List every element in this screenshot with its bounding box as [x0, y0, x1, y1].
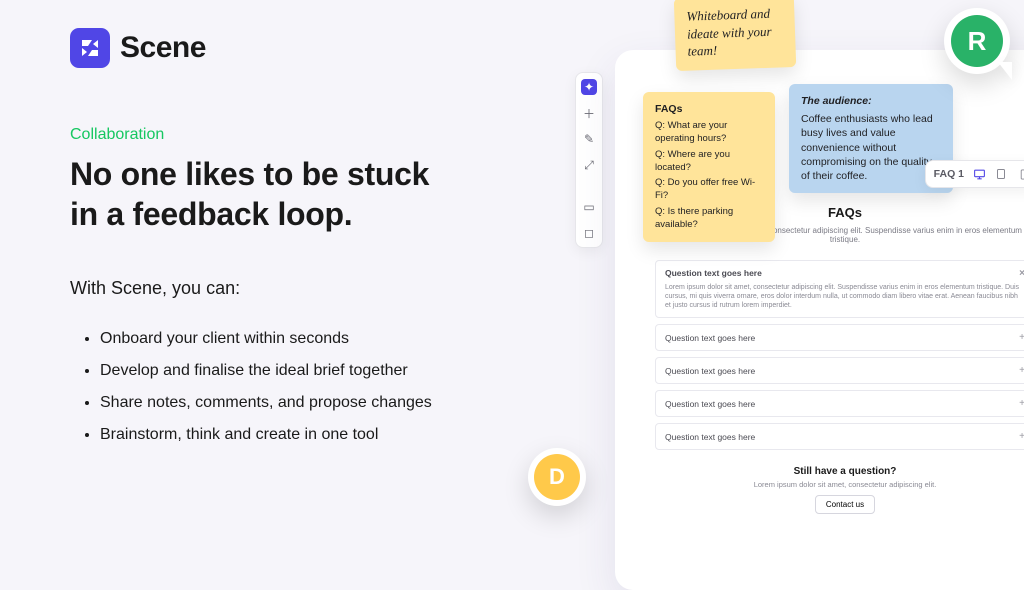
faq-cta: Still have a question? Lorem ipsum dolor…	[655, 466, 1024, 514]
hero-headline: No one likes to be stuck in a feedback l…	[70, 154, 530, 234]
expand-icon[interactable]: +	[1019, 332, 1024, 343]
hero-headline-line2: in a feedback loop.	[70, 196, 352, 232]
cta-blurb: Lorem ipsum dolor sit amet, consectetur …	[655, 480, 1024, 489]
tool-expand-icon[interactable]: ⤢	[581, 157, 597, 173]
sticky-faq-question: Q: What are your operating hours?	[655, 120, 763, 146]
feature-list: Onboard your client within seconds Devel…	[70, 323, 530, 451]
feature-item: Develop and finalise the ideal brief tog…	[100, 355, 530, 387]
presence-avatar-r[interactable]: R	[944, 8, 1010, 74]
avatar-initial: R	[951, 15, 1003, 67]
sticky-faq-question: Q: Where are you located?	[655, 149, 763, 175]
feature-item: Brainstorm, think and create in one tool	[100, 419, 530, 451]
tool-home-icon[interactable]: ✦	[581, 79, 597, 95]
sticky-faq-question: Q: Do you offer free Wi-Fi?	[655, 177, 763, 203]
scene-logo-icon	[70, 28, 110, 68]
hero-lede: With Scene, you can:	[70, 278, 530, 299]
mobile-icon[interactable]	[1016, 167, 1024, 181]
sticky-text: Whiteboard and ideate with your team!	[686, 6, 772, 59]
faq-question: Question text goes here	[665, 333, 755, 343]
sticky-note-faqs[interactable]: FAQs Q: What are your operating hours? Q…	[643, 92, 775, 242]
faq-question: Question text goes here	[665, 432, 755, 442]
cta-title: Still have a question?	[655, 466, 1024, 477]
faq-question: Question text goes here	[665, 268, 762, 279]
expand-icon[interactable]: +	[1019, 431, 1024, 442]
faq-question: Question text goes here	[665, 399, 755, 409]
desktop-icon[interactable]	[972, 167, 986, 181]
canvas-toolbar: ✦ ＋ ✎ ⤢ ▭ ◻	[575, 72, 603, 248]
sticky-body: Coffee enthusiasts who lead busy lives a…	[801, 112, 941, 183]
faq-accordion: Question text goes here × Lorem ipsum do…	[655, 260, 1024, 450]
tool-desktop-icon[interactable]: ▭	[581, 199, 597, 215]
device-selector: FAQ 1	[925, 160, 1024, 188]
tool-add-icon[interactable]: ＋	[581, 105, 597, 121]
presence-avatar-d[interactable]: D	[528, 448, 586, 506]
tool-comment-icon[interactable]: ✎	[581, 131, 597, 147]
tool-note-icon[interactable]: ◻	[581, 225, 597, 241]
feature-item: Share notes, comments, and propose chang…	[100, 387, 530, 419]
hero-headline-line1: No one likes to be stuck	[70, 156, 429, 192]
device-label: FAQ 1	[934, 168, 964, 180]
sticky-title: FAQs	[655, 102, 763, 116]
feature-item: Onboard your client within seconds	[100, 323, 530, 355]
contact-button[interactable]: Contact us	[815, 495, 875, 514]
sticky-faq-question: Q: Is there parking available?	[655, 206, 763, 232]
expand-icon[interactable]: +	[1019, 365, 1024, 376]
tablet-icon[interactable]	[994, 167, 1008, 181]
eyebrow-label: Collaboration	[70, 126, 530, 144]
avatar-initial: D	[534, 454, 580, 500]
collapse-icon[interactable]: ×	[1019, 268, 1024, 279]
brand-wordmark: Scene	[120, 31, 206, 65]
faq-answer: Lorem ipsum dolor sit amet, consectetur …	[665, 283, 1024, 310]
faq-item[interactable]: Question text goes here +	[655, 423, 1024, 450]
brand-lockup: Scene	[70, 28, 530, 68]
faq-item[interactable]: Question text goes here +	[655, 390, 1024, 417]
preview-area: ✦ ＋ ✎ ⤢ ▭ ◻ FAQs Lorem ipsum dolor sit a…	[575, 50, 1024, 530]
faq-item[interactable]: Question text goes here +	[655, 324, 1024, 351]
faq-question: Question text goes here	[665, 366, 755, 376]
faq-item[interactable]: Question text goes here +	[655, 357, 1024, 384]
sticky-title: The audience:	[801, 94, 941, 108]
faq-item-open[interactable]: Question text goes here × Lorem ipsum do…	[655, 260, 1024, 318]
sticky-note-handwritten[interactable]: Whiteboard and ideate with your team!	[674, 0, 796, 71]
expand-icon[interactable]: +	[1019, 398, 1024, 409]
hero-column: Scene Collaboration No one likes to be s…	[70, 28, 530, 451]
